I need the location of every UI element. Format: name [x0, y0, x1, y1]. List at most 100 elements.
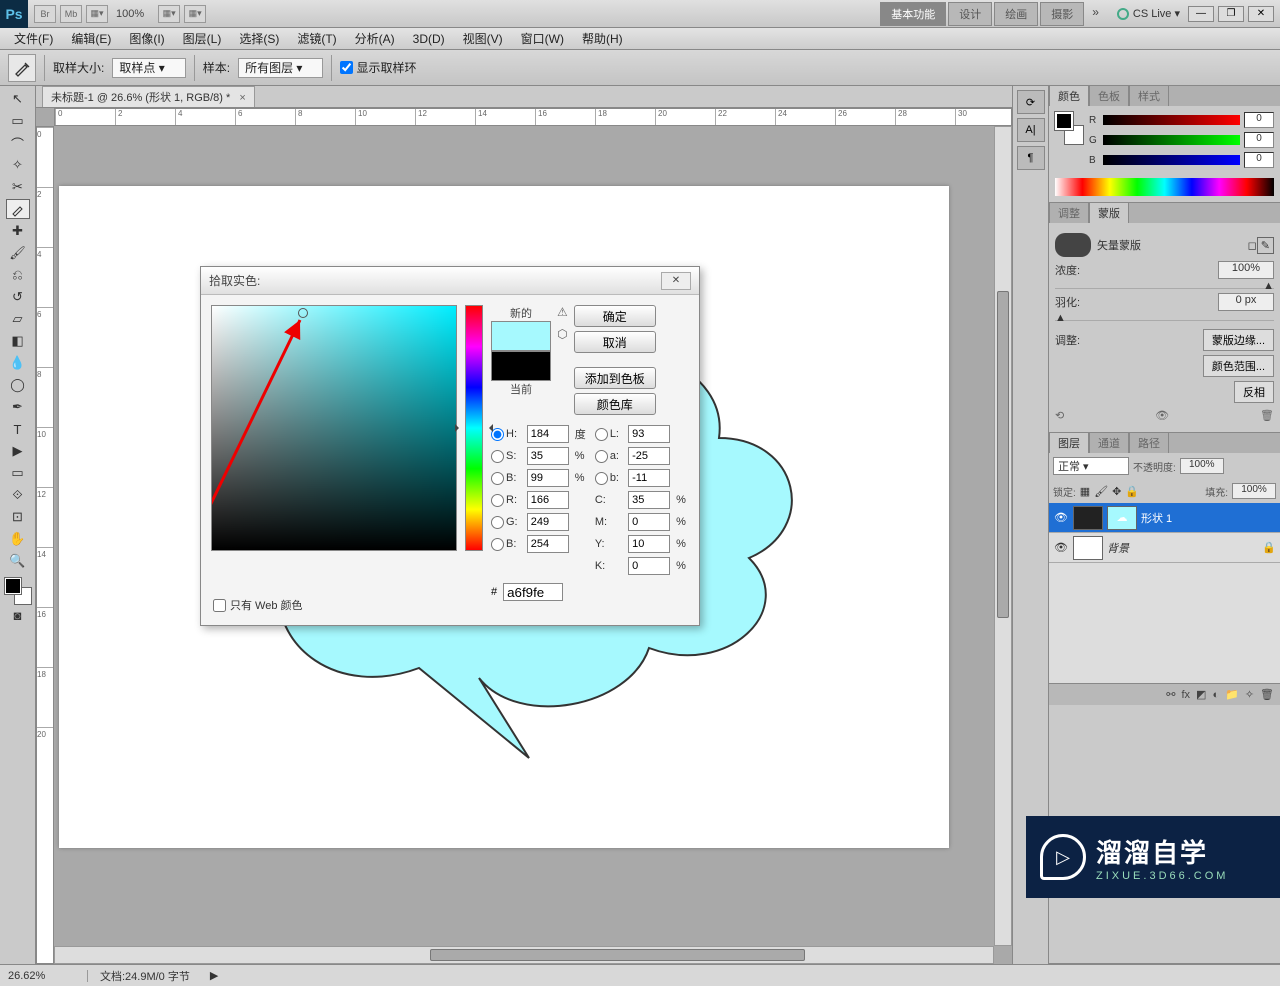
menu-view[interactable]: 视图(V)	[455, 28, 511, 49]
tab-channels[interactable]: 通道	[1089, 432, 1129, 453]
sample-size-select[interactable]: 取样点 ▾	[112, 58, 185, 78]
layer-mask-thumb[interactable]: ☁	[1107, 506, 1137, 530]
input-g[interactable]	[527, 513, 569, 531]
screen-mode-icon[interactable]: ▦▾	[86, 5, 108, 23]
title-zoom[interactable]: 100%	[116, 8, 144, 20]
value-g[interactable]: 0	[1244, 132, 1274, 148]
slider-g[interactable]	[1103, 135, 1240, 145]
adjustment-layer-icon[interactable]: ◐	[1212, 689, 1219, 701]
document-tab[interactable]: 未标题-1 @ 26.6% (形状 1, RGB/8) * ×	[42, 86, 255, 107]
tool-gradient[interactable]: ◧	[6, 331, 30, 351]
restore-button[interactable]: ❐	[1218, 6, 1244, 22]
radio-s[interactable]	[491, 450, 504, 463]
tool-blur[interactable]: 💧	[6, 353, 30, 373]
status-docinfo[interactable]: 文档:24.9M/0 字节	[100, 968, 198, 984]
gamut-warning-icon[interactable]: ⚠	[557, 305, 568, 319]
opacity-input[interactable]: 100%	[1180, 458, 1224, 474]
websafe-warning-icon[interactable]: ⬡	[557, 327, 567, 341]
scrollbar-h-thumb[interactable]	[430, 949, 805, 961]
menu-select[interactable]: 选择(S)	[231, 28, 287, 49]
spectrum-strip[interactable]	[1055, 178, 1274, 196]
mask-delete-icon[interactable]: 🗑	[1260, 409, 1274, 422]
fx-icon[interactable]: fx	[1181, 689, 1190, 701]
document-tab-close[interactable]: ×	[239, 92, 245, 104]
input-s[interactable]	[527, 447, 569, 465]
tab-masks[interactable]: 蒙版	[1089, 202, 1129, 223]
input-k[interactable]	[628, 557, 670, 575]
tool-dodge[interactable]: ◯	[6, 375, 30, 395]
input-hex[interactable]	[503, 583, 563, 601]
tool-healing[interactable]: ✚	[6, 221, 30, 241]
lock-position[interactable]: ✥	[1112, 485, 1121, 498]
ok-button[interactable]: 确定	[574, 305, 656, 327]
tab-layers[interactable]: 图层	[1049, 432, 1089, 453]
tool-type[interactable]: T	[6, 419, 30, 439]
input-bv[interactable]	[527, 469, 569, 487]
menu-analysis[interactable]: 分析(A)	[347, 28, 403, 49]
scrollbar-vertical[interactable]	[994, 126, 1012, 946]
input-c[interactable]	[628, 491, 670, 509]
tab-color[interactable]: 颜色	[1049, 85, 1089, 106]
layer-thumb[interactable]	[1073, 506, 1103, 530]
menu-window[interactable]: 窗口(W)	[513, 28, 572, 49]
input-blab[interactable]	[628, 469, 670, 487]
scrollbar-v-thumb[interactable]	[997, 291, 1009, 618]
show-ring-checkbox[interactable]: 显示取样环	[340, 59, 416, 76]
input-r[interactable]	[527, 491, 569, 509]
input-h[interactable]	[527, 425, 569, 443]
tool-crop[interactable]: ✂	[6, 177, 30, 197]
tool-hand[interactable]: ✋	[6, 529, 30, 549]
hue-strip[interactable]	[465, 305, 483, 551]
input-m[interactable]	[628, 513, 670, 531]
tab-adjustments[interactable]: 调整	[1049, 202, 1089, 223]
menu-layer[interactable]: 图层(L)	[175, 28, 230, 49]
layer-name[interactable]: 形状 1	[1141, 510, 1276, 526]
density-input[interactable]: 100%	[1218, 261, 1274, 279]
tab-styles[interactable]: 样式	[1129, 85, 1169, 106]
tool-path-select[interactable]: ▶	[6, 441, 30, 461]
group-icon[interactable]: 📁	[1225, 688, 1239, 701]
paragraph-panel-icon[interactable]: ¶	[1017, 146, 1045, 170]
tool-zoom[interactable]: 🔍	[6, 551, 30, 571]
slider-r[interactable]	[1103, 115, 1240, 125]
current-tool-icon[interactable]	[8, 54, 36, 82]
dialog-close-button[interactable]: ✕	[661, 272, 691, 290]
tab-swatches[interactable]: 色板	[1089, 85, 1129, 106]
color-range-button[interactable]: 颜色范围...	[1203, 355, 1274, 377]
history-panel-icon[interactable]: ⟳	[1017, 90, 1045, 114]
fg-swatch[interactable]	[5, 578, 21, 594]
tab-paths[interactable]: 路径	[1129, 432, 1169, 453]
menu-help[interactable]: 帮助(H)	[574, 28, 631, 49]
cslive-button[interactable]: CS Live ▾	[1117, 7, 1180, 20]
color-lib-button[interactable]: 颜色库	[574, 393, 656, 415]
close-button[interactable]: ✕	[1248, 6, 1274, 22]
current-color-swatch[interactable]	[491, 351, 551, 381]
workspace-essentials[interactable]: 基本功能	[880, 2, 946, 26]
mask-edge-button[interactable]: 蒙版边缘...	[1203, 329, 1274, 351]
radio-blab[interactable]	[595, 472, 608, 485]
lock-transparent[interactable]: ▦	[1080, 485, 1090, 498]
layer-row-shape1[interactable]: 👁 ☁ 形状 1	[1049, 503, 1280, 533]
menu-filter[interactable]: 滤镜(T)	[289, 28, 344, 49]
lock-pixels[interactable]: 🖌	[1094, 485, 1108, 498]
tool-magic-wand[interactable]: ✧	[6, 155, 30, 175]
quick-mask[interactable]: ◙	[6, 605, 30, 625]
sample-source-select[interactable]: 所有图层 ▾	[238, 58, 323, 78]
tool-move[interactable]: ↖	[6, 89, 30, 109]
vector-mask-btn[interactable]: ✎	[1257, 237, 1274, 254]
new-layer-icon[interactable]: ✧	[1245, 688, 1254, 701]
layer-name[interactable]: 背景	[1107, 540, 1258, 556]
input-y[interactable]	[628, 535, 670, 553]
dialog-titlebar[interactable]: 拾取实色: ✕	[201, 267, 699, 295]
cancel-button[interactable]: 取消	[574, 331, 656, 353]
mask-eye-icon[interactable]: 👁	[1155, 409, 1169, 422]
web-only-checkbox[interactable]: 只有 Web 颜色	[213, 597, 303, 613]
layer-row-background[interactable]: 👁 背景 🔒	[1049, 533, 1280, 563]
add-swatch-button[interactable]: 添加到色板	[574, 367, 656, 389]
tool-shape[interactable]: ▭	[6, 463, 30, 483]
pixel-mask-btn[interactable]: ◻	[1248, 239, 1257, 252]
tool-marquee[interactable]: ▭	[6, 111, 30, 131]
menu-3d[interactable]: 3D(D)	[405, 30, 453, 48]
density-slider[interactable]: ▲	[1055, 283, 1274, 289]
value-b[interactable]: 0	[1244, 152, 1274, 168]
